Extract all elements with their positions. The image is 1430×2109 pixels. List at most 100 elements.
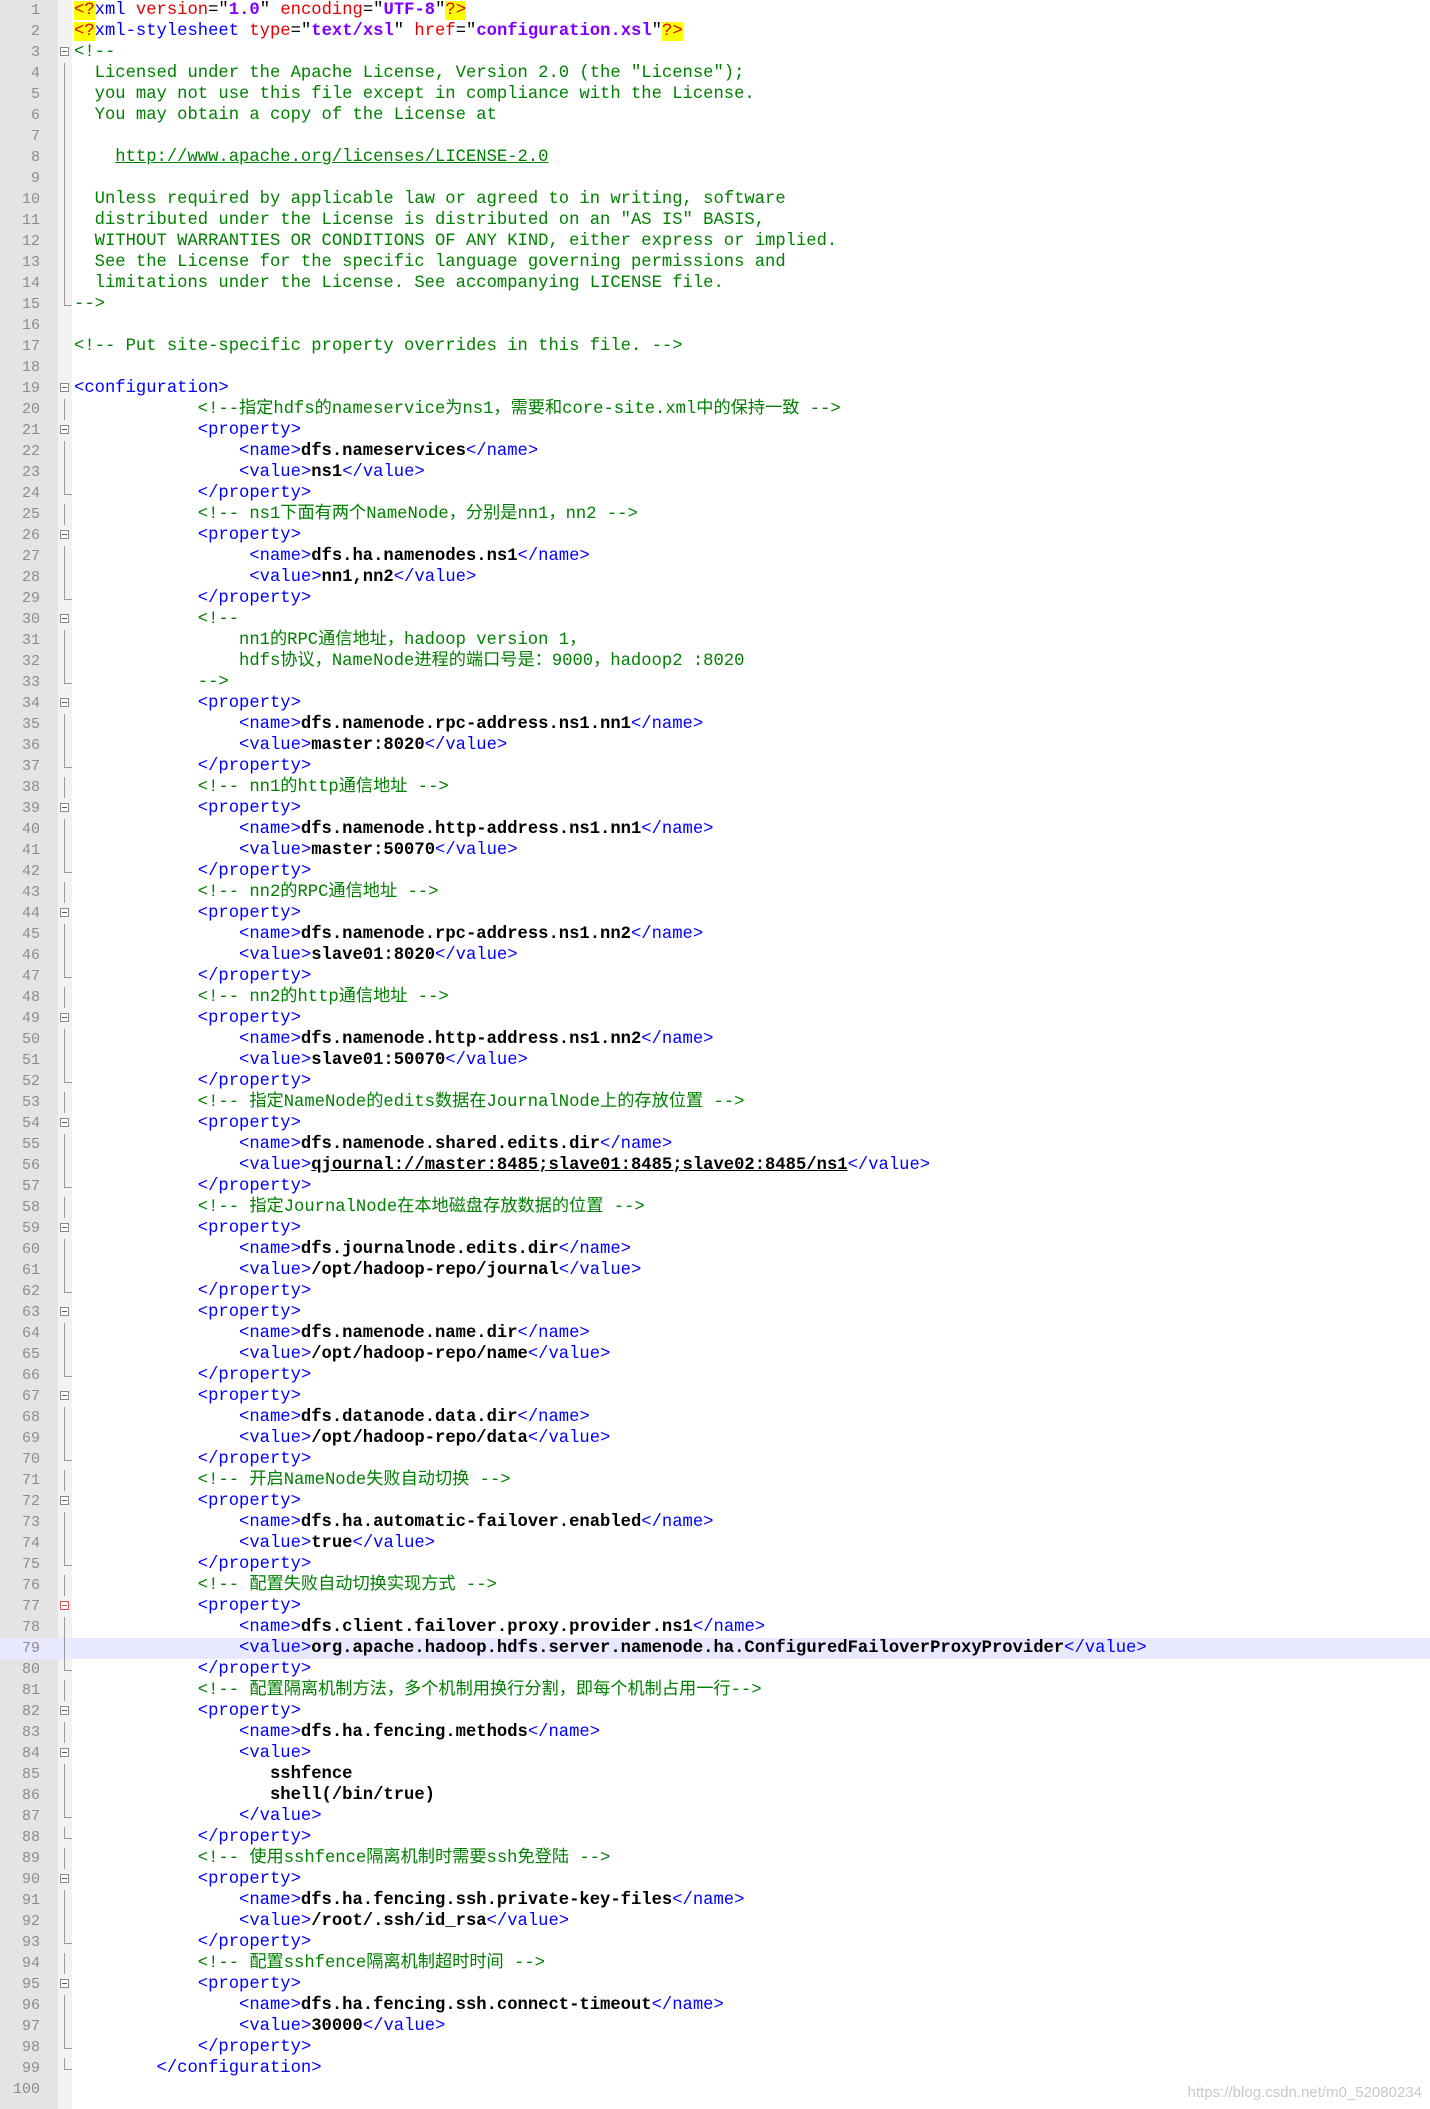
code-line[interactable]: 52 </property> xyxy=(0,1071,1430,1092)
code-editor[interactable]: 1 <?xml version="1.0" encoding="UTF-8"?> 2… xyxy=(0,0,1430,2100)
fold-toggle-icon[interactable] xyxy=(60,47,69,56)
fold-toggle-icon[interactable] xyxy=(60,425,69,434)
code-line[interactable]: 23 <value>ns1</value> xyxy=(0,462,1430,483)
code-line[interactable]: 79 <value>org.apache.hadoop.hdfs.server.… xyxy=(0,1638,1430,1659)
code-line[interactable]: 51 <value>slave01:50070</value> xyxy=(0,1050,1430,1071)
code-line[interactable]: 1 <?xml version="1.0" encoding="UTF-8"?> xyxy=(0,0,1430,21)
code-line[interactable]: 34 <property> xyxy=(0,693,1430,714)
code-line[interactable]: 42 </property> xyxy=(0,861,1430,882)
code-line[interactable]: 27 <name>dfs.ha.namenodes.ns1</name> xyxy=(0,546,1430,567)
fold-toggle-icon[interactable] xyxy=(60,383,69,392)
fold-toggle-icon[interactable] xyxy=(60,803,69,812)
code-line[interactable]: 80 </property> xyxy=(0,1659,1430,1680)
code-line[interactable]: 76 <!-- 配置失败自动切换实现方式 --> xyxy=(0,1575,1430,1596)
code-line[interactable]: 89 <!-- 使用sshfence隔离机制时需要ssh免登陆 --> xyxy=(0,1848,1430,1869)
code-line[interactable]: 97 <value>30000</value> xyxy=(0,2016,1430,2037)
code-line[interactable]: 60 <name>dfs.journalnode.edits.dir</name… xyxy=(0,1239,1430,1260)
code-line[interactable]: 57 </property> xyxy=(0,1176,1430,1197)
code-line[interactable]: 40 <name>dfs.namenode.http-address.ns1.n… xyxy=(0,819,1430,840)
code-line[interactable]: 36 <value>master:8020</value> xyxy=(0,735,1430,756)
code-line[interactable]: 61 <value>/opt/hadoop-repo/journal</valu… xyxy=(0,1260,1430,1281)
code-line[interactable]: 8 http://www.apache.org/licenses/LICENSE… xyxy=(0,147,1430,168)
code-line[interactable]: 71 <!-- 开启NameNode失败自动切换 --> xyxy=(0,1470,1430,1491)
code-line[interactable]: 98 </property> xyxy=(0,2037,1430,2058)
code-line[interactable]: 26 <property> xyxy=(0,525,1430,546)
code-line[interactable]: 67 <property> xyxy=(0,1386,1430,1407)
code-line[interactable]: 5 you may not use this file except in co… xyxy=(0,84,1430,105)
code-line[interactable]: 69 <value>/opt/hadoop-repo/data</value> xyxy=(0,1428,1430,1449)
code-line[interactable]: 66 </property> xyxy=(0,1365,1430,1386)
fold-toggle-icon[interactable] xyxy=(60,530,69,539)
code-line[interactable]: 13 See the License for the specific lang… xyxy=(0,252,1430,273)
code-line[interactable]: 12 WITHOUT WARRANTIES OR CONDITIONS OF A… xyxy=(0,231,1430,252)
code-line[interactable]: 87 </value> xyxy=(0,1806,1430,1827)
code-line[interactable]: 54 <property> xyxy=(0,1113,1430,1134)
code-line[interactable]: 29 </property> xyxy=(0,588,1430,609)
fold-toggle-icon[interactable] xyxy=(60,1223,69,1232)
code-line[interactable]: 65 <value>/opt/hadoop-repo/name</value> xyxy=(0,1344,1430,1365)
code-line[interactable]: 38 <!-- nn1的http通信地址 --> xyxy=(0,777,1430,798)
code-line[interactable]: 6 You may obtain a copy of the License a… xyxy=(0,105,1430,126)
code-line[interactable]: 35 <name>dfs.namenode.rpc-address.ns1.nn… xyxy=(0,714,1430,735)
code-line[interactable]: 25 <!-- ns1下面有两个NameNode，分别是nn1，nn2 --> xyxy=(0,504,1430,525)
code-line[interactable]: 10 Unless required by applicable law or … xyxy=(0,189,1430,210)
code-line[interactable]: 7 xyxy=(0,126,1430,147)
code-line[interactable]: 64 <name>dfs.namenode.name.dir</name> xyxy=(0,1323,1430,1344)
code-line[interactable]: 63 <property> xyxy=(0,1302,1430,1323)
code-line[interactable]: 82 <property> xyxy=(0,1701,1430,1722)
fold-toggle-icon[interactable] xyxy=(60,1601,69,1610)
code-line[interactable]: 74 <value>true</value> xyxy=(0,1533,1430,1554)
code-line[interactable]: 20 <!--指定hdfs的nameservice为ns1，需要和core-si… xyxy=(0,399,1430,420)
code-line[interactable]: 17 <!-- Put site-specific property overri… xyxy=(0,336,1430,357)
code-line[interactable]: 78 <name>dfs.client.failover.proxy.provi… xyxy=(0,1617,1430,1638)
code-line[interactable]: 96 <name>dfs.ha.fencing.ssh.connect-time… xyxy=(0,1995,1430,2016)
code-line[interactable]: 72 <property> xyxy=(0,1491,1430,1512)
code-line[interactable]: 73 <name>dfs.ha.automatic-failover.enabl… xyxy=(0,1512,1430,1533)
code-line[interactable]: 11 distributed under the License is dist… xyxy=(0,210,1430,231)
code-line[interactable]: 99 </configuration> xyxy=(0,2058,1430,2079)
fold-toggle-icon[interactable] xyxy=(60,1496,69,1505)
code-line[interactable]: 21 <property> xyxy=(0,420,1430,441)
code-line[interactable]: 70 </property> xyxy=(0,1449,1430,1470)
fold-toggle-icon[interactable] xyxy=(60,1013,69,1022)
code-line[interactable]: 31 nn1的RPC通信地址，hadoop version 1， xyxy=(0,630,1430,651)
code-line[interactable]: 15 --> xyxy=(0,294,1430,315)
code-line[interactable]: 86 shell(/bin/true) xyxy=(0,1785,1430,1806)
code-line[interactable]: 24 </property> xyxy=(0,483,1430,504)
code-line[interactable]: 83 <name>dfs.ha.fencing.methods</name> xyxy=(0,1722,1430,1743)
code-line[interactable]: 95 <property> xyxy=(0,1974,1430,1995)
code-line[interactable]: 55 <name>dfs.namenode.shared.edits.dir</… xyxy=(0,1134,1430,1155)
fold-toggle-icon[interactable] xyxy=(60,908,69,917)
code-line[interactable]: 46 <value>slave01:8020</value> xyxy=(0,945,1430,966)
code-line[interactable]: 3 <!-- xyxy=(0,42,1430,63)
fold-toggle-icon[interactable] xyxy=(60,1979,69,1988)
code-line[interactable]: 22 <name>dfs.nameservices</name> xyxy=(0,441,1430,462)
code-line[interactable]: 48 <!-- nn2的http通信地址 --> xyxy=(0,987,1430,1008)
code-line[interactable]: 68 <name>dfs.datanode.data.dir</name> xyxy=(0,1407,1430,1428)
code-line[interactable]: 37 </property> xyxy=(0,756,1430,777)
code-line[interactable]: 30 <!-- xyxy=(0,609,1430,630)
code-line[interactable]: 93 </property> xyxy=(0,1932,1430,1953)
fold-toggle-icon[interactable] xyxy=(60,1706,69,1715)
code-line[interactable]: 77 <property> xyxy=(0,1596,1430,1617)
fold-toggle-icon[interactable] xyxy=(60,1748,69,1757)
code-line[interactable]: 94 <!-- 配置sshfence隔离机制超时时间 --> xyxy=(0,1953,1430,1974)
code-line[interactable]: 49 <property> xyxy=(0,1008,1430,1029)
code-line[interactable]: 9 xyxy=(0,168,1430,189)
code-line[interactable]: 62 </property> xyxy=(0,1281,1430,1302)
code-line[interactable]: 88 </property> xyxy=(0,1827,1430,1848)
code-line[interactable]: 56 <value>qjournal://master:8485;slave01… xyxy=(0,1155,1430,1176)
code-line[interactable]: 75 </property> xyxy=(0,1554,1430,1575)
code-line[interactable]: 58 <!-- 指定JournalNode在本地磁盘存放数据的位置 --> xyxy=(0,1197,1430,1218)
code-line[interactable]: 53 <!-- 指定NameNode的edits数据在JournalNode上的… xyxy=(0,1092,1430,1113)
code-line[interactable]: 85 sshfence xyxy=(0,1764,1430,1785)
code-line[interactable]: 45 <name>dfs.namenode.rpc-address.ns1.nn… xyxy=(0,924,1430,945)
code-line[interactable]: 41 <value>master:50070</value> xyxy=(0,840,1430,861)
fold-toggle-icon[interactable] xyxy=(60,1118,69,1127)
code-line[interactable]: 43 <!-- nn2的RPC通信地址 --> xyxy=(0,882,1430,903)
code-line[interactable]: 92 <value>/root/.ssh/id_rsa</value> xyxy=(0,1911,1430,1932)
code-line[interactable]: 33 --> xyxy=(0,672,1430,693)
code-line[interactable]: 91 <name>dfs.ha.fencing.ssh.private-key-… xyxy=(0,1890,1430,1911)
code-line[interactable]: 44 <property> xyxy=(0,903,1430,924)
fold-toggle-icon[interactable] xyxy=(60,614,69,623)
